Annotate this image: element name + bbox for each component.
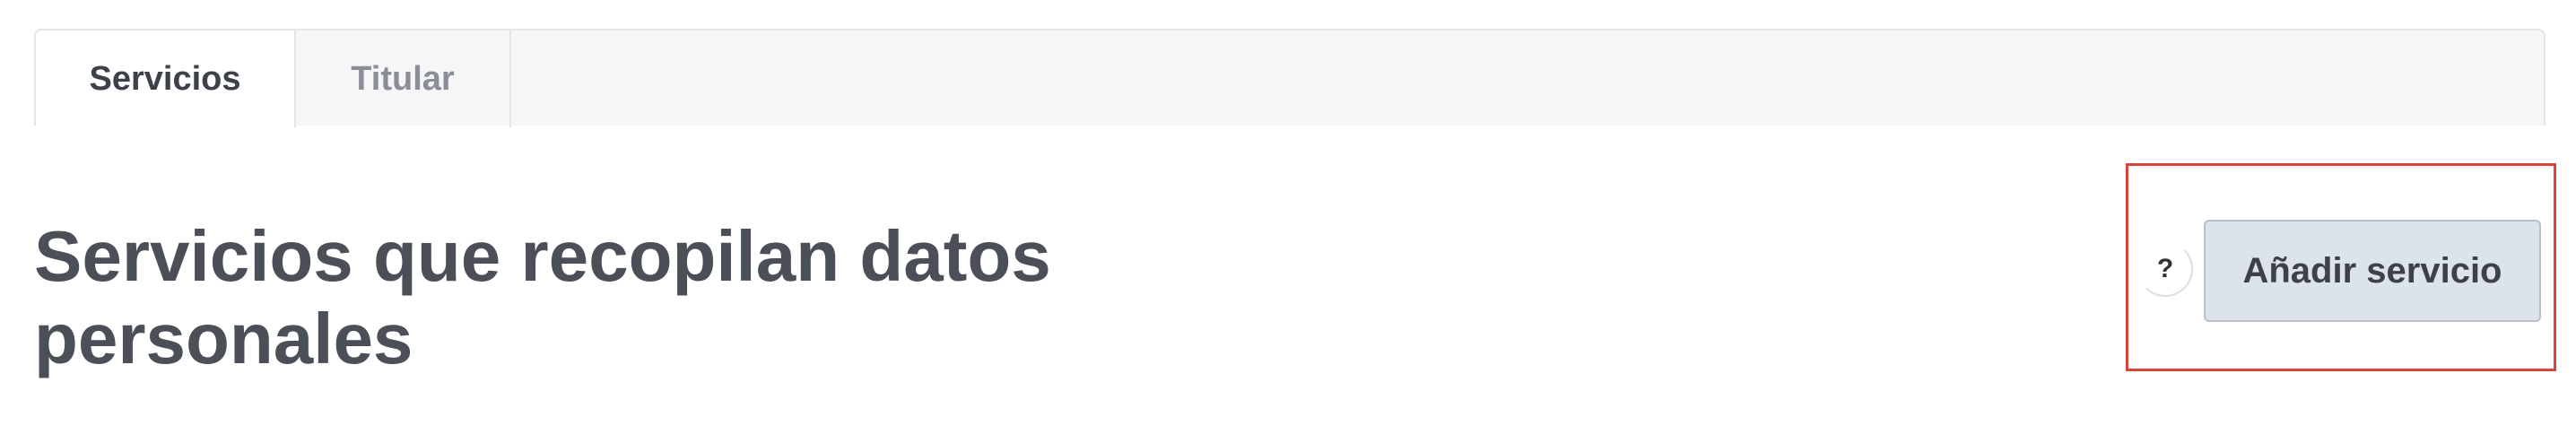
help-icon[interactable]: ? <box>2137 241 2193 297</box>
add-service-button[interactable]: Añadir servicio <box>2204 220 2541 322</box>
tab-servicios[interactable]: Servicios <box>36 30 296 127</box>
tab-bar: Servicios Titular <box>34 29 2546 127</box>
page: Servicios Titular Servicios que recopila… <box>0 0 2576 443</box>
actions-highlight-box: ? Añadir servicio <box>2126 163 2556 371</box>
tab-titular[interactable]: Titular <box>296 30 511 127</box>
page-title: Servicios que recopilan datos personales <box>34 216 1051 378</box>
